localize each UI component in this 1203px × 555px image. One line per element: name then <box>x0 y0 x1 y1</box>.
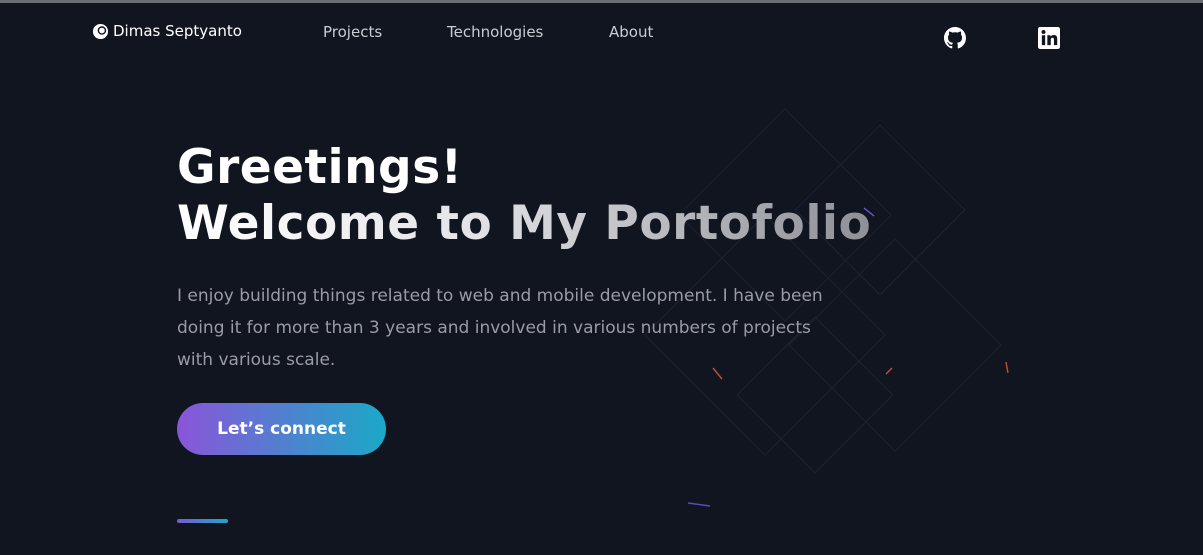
nav-link-about[interactable]: About <box>609 23 653 41</box>
navbar: Dimas Septyanto Projects Technologies Ab… <box>0 3 1203 63</box>
lets-connect-button[interactable]: Let’s connect <box>177 403 386 455</box>
hero-description: I enjoy building things related to web a… <box>177 286 823 370</box>
brand[interactable]: Dimas Septyanto <box>92 22 242 40</box>
github-icon <box>944 27 966 49</box>
hero-title-line2: Welcome to My Portofolio <box>177 196 872 251</box>
hero-title-line1: Greetings! <box>177 140 463 195</box>
linkedin-link[interactable] <box>1038 27 1060 49</box>
github-link[interactable] <box>944 27 966 49</box>
hero-title: Greetings! Welcome to My Portofolio <box>177 140 871 252</box>
section-divider-accent <box>177 519 228 523</box>
nav-link-technologies[interactable]: Technologies <box>447 23 543 41</box>
nav-link-projects[interactable]: Projects <box>323 23 382 41</box>
brand-name: Dimas Septyanto <box>113 22 242 40</box>
brand-logo-icon <box>92 23 109 39</box>
linkedin-icon <box>1038 27 1060 49</box>
